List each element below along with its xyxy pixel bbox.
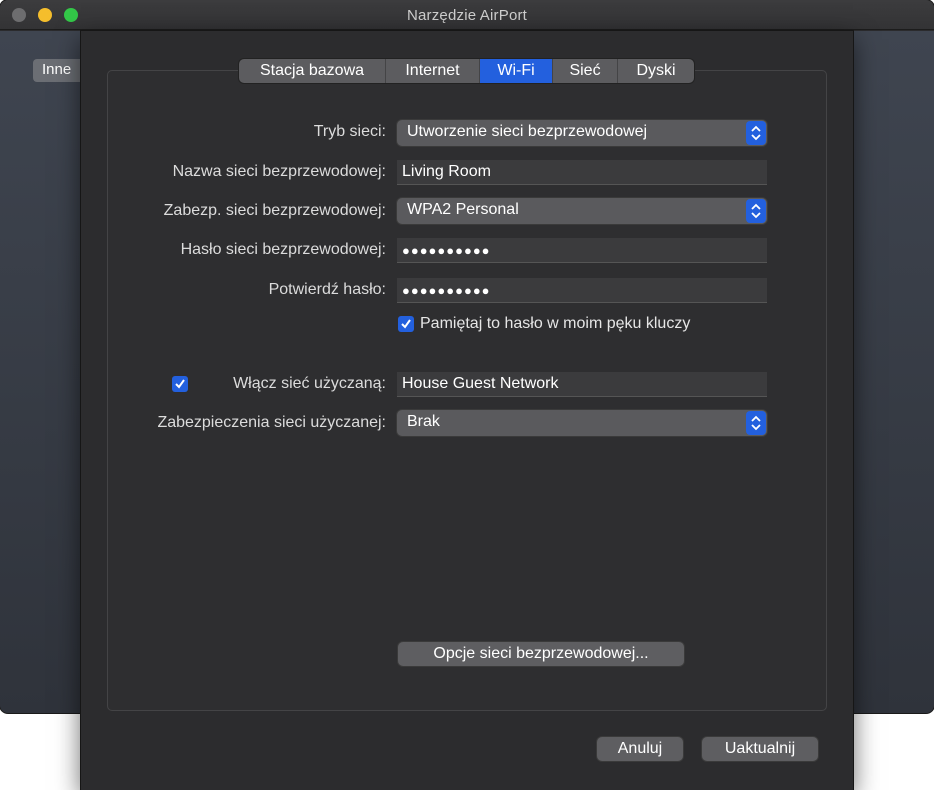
security-value: WPA2 Personal	[407, 201, 519, 218]
base-station-sheet: Stacja bazowa Internet Wi-Fi Sieć Dyski …	[81, 31, 853, 790]
network-mode-label: Tryb sieci:	[313, 123, 386, 140]
cancel-button[interactable]: Anuluj	[597, 737, 683, 761]
guest-security-popup[interactable]: Brak	[397, 410, 767, 436]
security-label: Zabezp. sieci bezprzewodowej:	[163, 202, 386, 219]
popup-stepper-icon	[746, 411, 766, 435]
remember-keychain-checkbox[interactable]	[398, 316, 414, 332]
window-title: Narzędzie AirPort	[406, 7, 528, 24]
popup-stepper-icon	[746, 199, 766, 223]
guest-network-field[interactable]: House Guest Network	[397, 372, 767, 397]
remember-keychain-label: Pamiętaj to hasło w moim pęku kluczy	[420, 315, 691, 332]
password-field[interactable]: ●●●●●●●●●●	[397, 238, 767, 263]
tab-wifi[interactable]: Wi-Fi	[480, 59, 553, 83]
network-name-field[interactable]: Living Room	[397, 160, 767, 185]
network-mode-popup[interactable]: Utworzenie sieci bezprzewodowej	[397, 120, 767, 146]
security-popup[interactable]: WPA2 Personal	[397, 198, 767, 224]
password-label: Hasło sieci bezprzewodowej:	[180, 241, 386, 258]
confirm-password-label: Potwierdź hasło:	[268, 281, 386, 298]
confirm-password-field[interactable]: ●●●●●●●●●●	[397, 278, 767, 303]
wireless-options-button[interactable]: Opcje sieci bezprzewodowej...	[398, 642, 684, 666]
guest-network-label: Włącz sieć użyczaną:	[233, 375, 386, 392]
network-name-label: Nazwa sieci bezprzewodowej:	[172, 163, 386, 180]
tab-dyski[interactable]: Dyski	[618, 59, 694, 83]
guest-security-value: Brak	[407, 413, 440, 430]
title-bar: Narzędzie AirPort	[0, 0, 934, 30]
update-button[interactable]: Uaktualnij	[702, 737, 818, 761]
guest-security-label: Zabezpieczenia sieci użyczanej:	[157, 414, 386, 431]
guest-network-checkbox[interactable]	[172, 376, 188, 392]
tab-internet[interactable]: Internet	[386, 59, 480, 83]
popup-stepper-icon	[746, 121, 766, 145]
tab-stacja-bazowa[interactable]: Stacja bazowa	[239, 59, 386, 83]
tab-bar: Stacja bazowa Internet Wi-Fi Sieć Dyski	[239, 59, 694, 83]
network-mode-value: Utworzenie sieci bezprzewodowej	[407, 123, 648, 140]
tab-siec[interactable]: Sieć	[553, 59, 618, 83]
